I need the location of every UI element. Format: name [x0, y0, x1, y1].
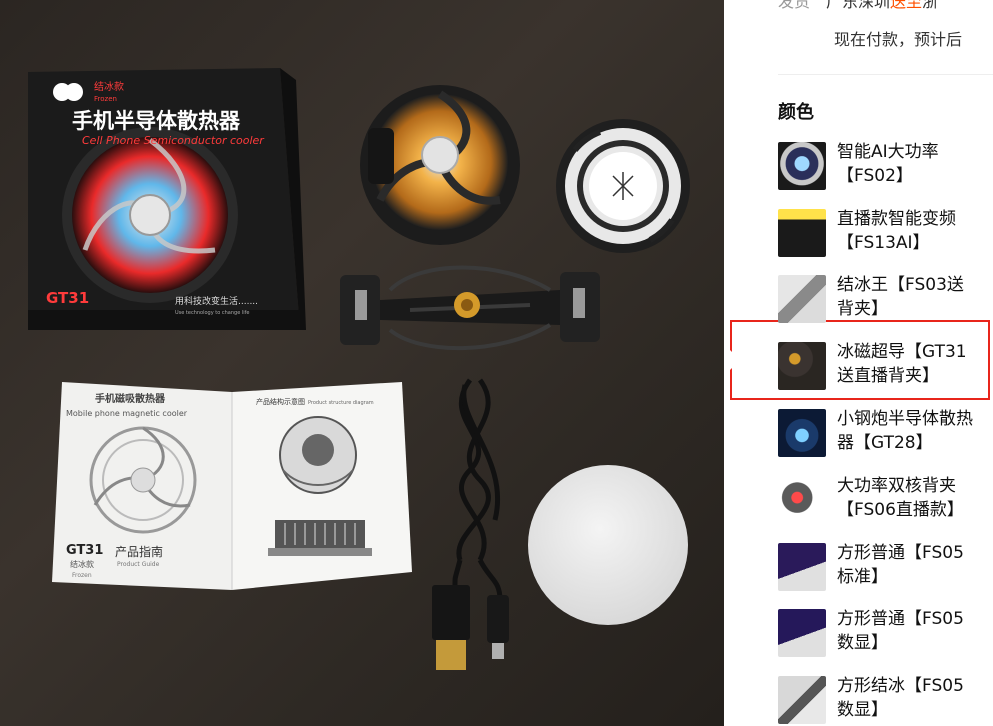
color-option-fs06[interactable]: 大功率双核背夹 【FS06直播款】: [778, 474, 993, 532]
color-option-label: 小钢炮半导体散热: [837, 409, 973, 429]
manual-guide-text: 产品指南: [115, 544, 163, 559]
color-option-thumbnail: [778, 543, 826, 591]
color-option-fs13ai[interactable]: 直播款智能变频 【FS13AI】: [778, 207, 993, 265]
color-option-thumbnail: [778, 609, 826, 657]
color-option-label-2: 数显】: [837, 633, 888, 653]
product-manual: 手机磁吸散热器 Mobile phone magnetic cooler GT3…: [52, 382, 412, 590]
color-option-label-2: 【FS06直播款】: [837, 500, 964, 520]
color-option-label: 方形结冰【FS05: [837, 676, 964, 696]
box-subtitle-text: Cell Phone Semiconductor cooler: [82, 134, 265, 147]
usb-cable: [452, 378, 503, 601]
shipping-estimate: 现在付款，预计后: [834, 30, 963, 49]
color-option-fs05-display[interactable]: 方形普通【FS05 数显】: [778, 607, 993, 665]
color-option-thumbnail: [778, 342, 826, 390]
color-option-label: 冰磁超导【GT31: [837, 342, 967, 362]
box-slogan-text: 用科技改变生活.......: [175, 295, 258, 307]
color-option-thumbnail: [778, 275, 826, 323]
color-option-label-2: 【FS02】: [837, 166, 913, 186]
shipping-destination[interactable]: 浙: [922, 0, 938, 11]
color-option-label: 方形普通【FS05: [837, 609, 964, 629]
color-option-label-2: 背夹】: [837, 299, 888, 319]
product-main-image[interactable]: 结冰款 Frozen 手机半导体散热器 Cell Phone Semicondu…: [0, 0, 724, 726]
color-option-label-2: 数显】: [837, 700, 888, 720]
color-option-label-2: 器【GT28】: [837, 433, 933, 453]
color-option-fs05-standard[interactable]: 方形普通【FS05 标准】: [778, 541, 993, 599]
box-model-text: GT31: [46, 289, 89, 307]
white-disc: [528, 465, 688, 625]
manual-model-text: GT31: [66, 543, 103, 558]
color-option-label-2: 标准】: [837, 567, 888, 587]
color-option-label-2: 【FS13AI】: [837, 233, 930, 253]
manual-title-text: 手机磁吸散热器: [95, 392, 166, 405]
color-option-label: 大功率双核背夹: [837, 476, 956, 496]
shipping-label: 发货: [778, 0, 811, 11]
shipping-row: 发货 广东深圳送至浙: [778, 0, 938, 12]
phone-clamp: [340, 265, 600, 351]
shipping-origin: 广东深圳: [826, 0, 891, 11]
color-option-thumbnail: [778, 142, 826, 190]
color-option-label: 直播款智能变频: [837, 209, 956, 229]
color-option-fs05-frozen[interactable]: 方形结冰【FS05 数显】: [778, 674, 993, 726]
box-brand-text: 结冰款: [94, 80, 124, 93]
color-option-thumbnail: [778, 676, 826, 724]
color-option-gt31[interactable]: 冰磁超导【GT31 送直播背夹】: [778, 340, 993, 398]
product-options-panel: 发货 广东深圳送至浙 现在付款，预计后 颜色 智能AI大功率 【FS02】 直播款智…: [724, 0, 993, 726]
box-title-text: 手机半导体散热器: [72, 109, 241, 133]
color-option-label: 结冰王【FS03送: [837, 275, 964, 295]
color-option-thumbnail: [778, 409, 826, 457]
manual-subtitle-text: Mobile phone magnetic cooler: [66, 409, 188, 418]
color-option-fs02[interactable]: 智能AI大功率 【FS02】: [778, 140, 993, 198]
box-slogan-sub-text: Use technology to change life: [175, 310, 250, 316]
color-option-label: 方形普通【FS05: [837, 543, 964, 563]
color-option-label-2: 送直播背夹】: [837, 366, 939, 386]
box-brand-sub-text: Frozen: [94, 95, 117, 103]
color-option-label: 智能AI大功率: [837, 142, 939, 162]
color-option-thumbnail: [778, 476, 826, 524]
color-option-thumbnail: [778, 209, 826, 257]
manual-guide-sub-text: Product Guide: [117, 561, 160, 568]
shipping-to-link[interactable]: 送至: [890, 0, 922, 11]
manual-model-sub-text: 结冰款: [70, 559, 94, 569]
product-photo-drawing: 结冰款 Frozen 手机半导体散热器 Cell Phone Semicondu…: [28, 68, 690, 670]
color-option-fs03[interactable]: 结冰王【FS03送 背夹】: [778, 273, 993, 331]
section-divider: [778, 74, 993, 75]
manual-model-sub2-text: Frozen: [72, 572, 92, 579]
manual-diagram-title-en-text: Product structure diagram: [308, 400, 374, 406]
highlight-pointer: [728, 348, 740, 372]
manual-diagram-title-text: 产品结构示意图: [256, 397, 305, 406]
color-section-title: 颜色: [778, 102, 814, 123]
color-option-gt28[interactable]: 小钢炮半导体散热 器【GT28】: [778, 407, 993, 465]
